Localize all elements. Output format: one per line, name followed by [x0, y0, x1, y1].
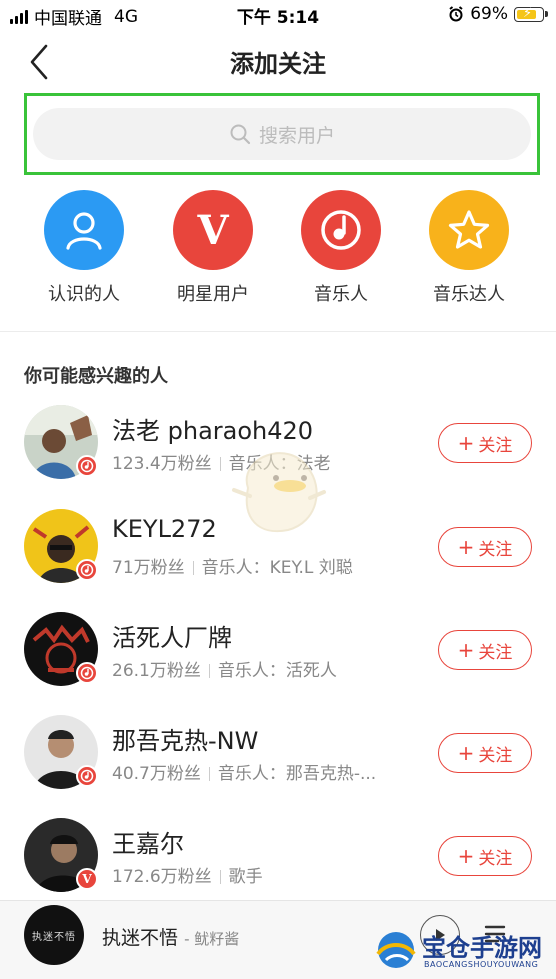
star-icon — [429, 190, 509, 270]
plus-icon: + — [457, 535, 475, 559]
album-cover[interactable]: 执迷不悟 — [24, 905, 84, 965]
category-musicians[interactable]: 音乐人 — [286, 190, 396, 306]
follow-label: 关注 — [478, 745, 513, 766]
status-bar: 中国联通 4G 下午 5:14 69% ⚡ — [0, 0, 556, 29]
category-label: 音乐达人 — [433, 284, 505, 305]
user-meta: 71万粉丝 音乐人：KEY.L 刘聪 — [112, 553, 353, 578]
watermark-sub: BAOCANGSHOUYOUWANG — [424, 960, 539, 969]
site-watermark-logo: 宝仓手游网 BAOCANGSHOUYOUWANG — [372, 922, 556, 979]
user-meta: 172.6万粉丝 歌手 — [112, 862, 263, 887]
fans-count: 71万粉丝 — [112, 558, 185, 578]
follow-label: 关注 — [478, 642, 513, 663]
watermark-brand: 宝仓手游网 — [422, 933, 542, 962]
plus-icon: + — [457, 638, 475, 662]
divider — [0, 331, 556, 332]
user-tag: 音乐人：KEY.L 刘聪 — [201, 558, 353, 578]
musician-badge-icon — [76, 662, 98, 684]
follow-label: 关注 — [478, 848, 513, 869]
follow-label: 关注 — [478, 539, 513, 560]
song-title: 执迷不悟 — [102, 927, 179, 949]
follow-button[interactable]: + 关注 — [438, 630, 532, 670]
user-name: KEYL272 — [112, 515, 217, 543]
fans-count: 26.1万粉丝 — [112, 661, 201, 681]
fans-count: 172.6万粉丝 — [112, 867, 212, 887]
category-label: 音乐人 — [314, 284, 368, 305]
user-name: 活死人厂牌 — [112, 624, 232, 652]
user-tag: 音乐人：活死人 — [217, 661, 337, 681]
user-name: 王嘉尔 — [112, 830, 184, 858]
nav-bar: 添加关注 — [0, 30, 556, 92]
user-row[interactable]: 那吾克热-NW 40.7万粉丝 音乐人：那吾克热-... + 关注 — [0, 715, 556, 815]
alarm-icon — [449, 6, 463, 22]
verified-v-icon: V — [76, 868, 98, 890]
music-note-icon — [301, 190, 381, 270]
page-title: 添加关注 — [230, 50, 326, 78]
user-tag: 歌手 — [228, 867, 263, 887]
follow-button[interactable]: + 关注 — [438, 733, 532, 773]
category-row: 认识的人 V 明星用户 音乐人 音乐达人 — [0, 190, 556, 310]
battery-percent: 69% — [470, 4, 508, 24]
logo-emblem-icon — [376, 932, 416, 968]
person-icon — [44, 190, 124, 270]
follow-button[interactable]: + 关注 — [438, 836, 532, 876]
user-meta: 26.1万粉丝 音乐人：活死人 — [112, 656, 337, 681]
plus-icon: + — [457, 741, 475, 765]
follow-button[interactable]: + 关注 — [438, 423, 532, 463]
mascot-watermark-icon — [232, 452, 326, 533]
category-label: 认识的人 — [48, 284, 120, 305]
category-celebrities[interactable]: V 明星用户 — [158, 190, 268, 306]
song-artist: - 鱿籽酱 — [184, 930, 240, 948]
section-title: 你可能感兴趣的人 — [24, 366, 168, 387]
search-icon — [230, 124, 251, 145]
cover-text: 执迷不悟 — [32, 931, 76, 943]
search-input[interactable]: 搜索用户 — [33, 108, 531, 160]
search-placeholder: 搜索用户 — [258, 124, 335, 147]
category-acquaintances[interactable]: 认识的人 — [29, 190, 139, 306]
musician-badge-icon — [76, 559, 98, 581]
follow-label: 关注 — [478, 435, 513, 456]
plus-icon: + — [457, 844, 475, 868]
fans-count: 123.4万粉丝 — [112, 454, 212, 474]
search-highlight-frame: 搜索用户 — [24, 93, 540, 175]
user-name: 那吾克热-NW — [112, 727, 259, 755]
category-music-experts[interactable]: 音乐达人 — [414, 190, 524, 306]
musician-badge-icon — [76, 455, 98, 477]
battery-icon: ⚡ — [514, 6, 548, 22]
musician-badge-icon — [76, 765, 98, 787]
category-label: 明星用户 — [177, 284, 249, 305]
follow-button[interactable]: + 关注 — [438, 527, 532, 567]
plus-icon: + — [457, 431, 475, 455]
status-right: 69% ⚡ — [448, 4, 548, 24]
user-row[interactable]: 活死人厂牌 26.1万粉丝 音乐人：活死人 + 关注 — [0, 612, 556, 712]
add-follow-screen: 中国联通 4G 下午 5:14 69% ⚡ 添加关注 搜索用户 认识的人 V 明… — [0, 0, 556, 979]
user-tag: 音乐人：那吾克热-... — [217, 764, 377, 784]
v-icon: V — [173, 190, 253, 270]
user-meta: 40.7万粉丝 音乐人：那吾克热-... — [112, 759, 376, 784]
fans-count: 40.7万粉丝 — [112, 764, 201, 784]
now-playing: 执迷不悟 - 鱿籽酱 — [102, 923, 239, 950]
